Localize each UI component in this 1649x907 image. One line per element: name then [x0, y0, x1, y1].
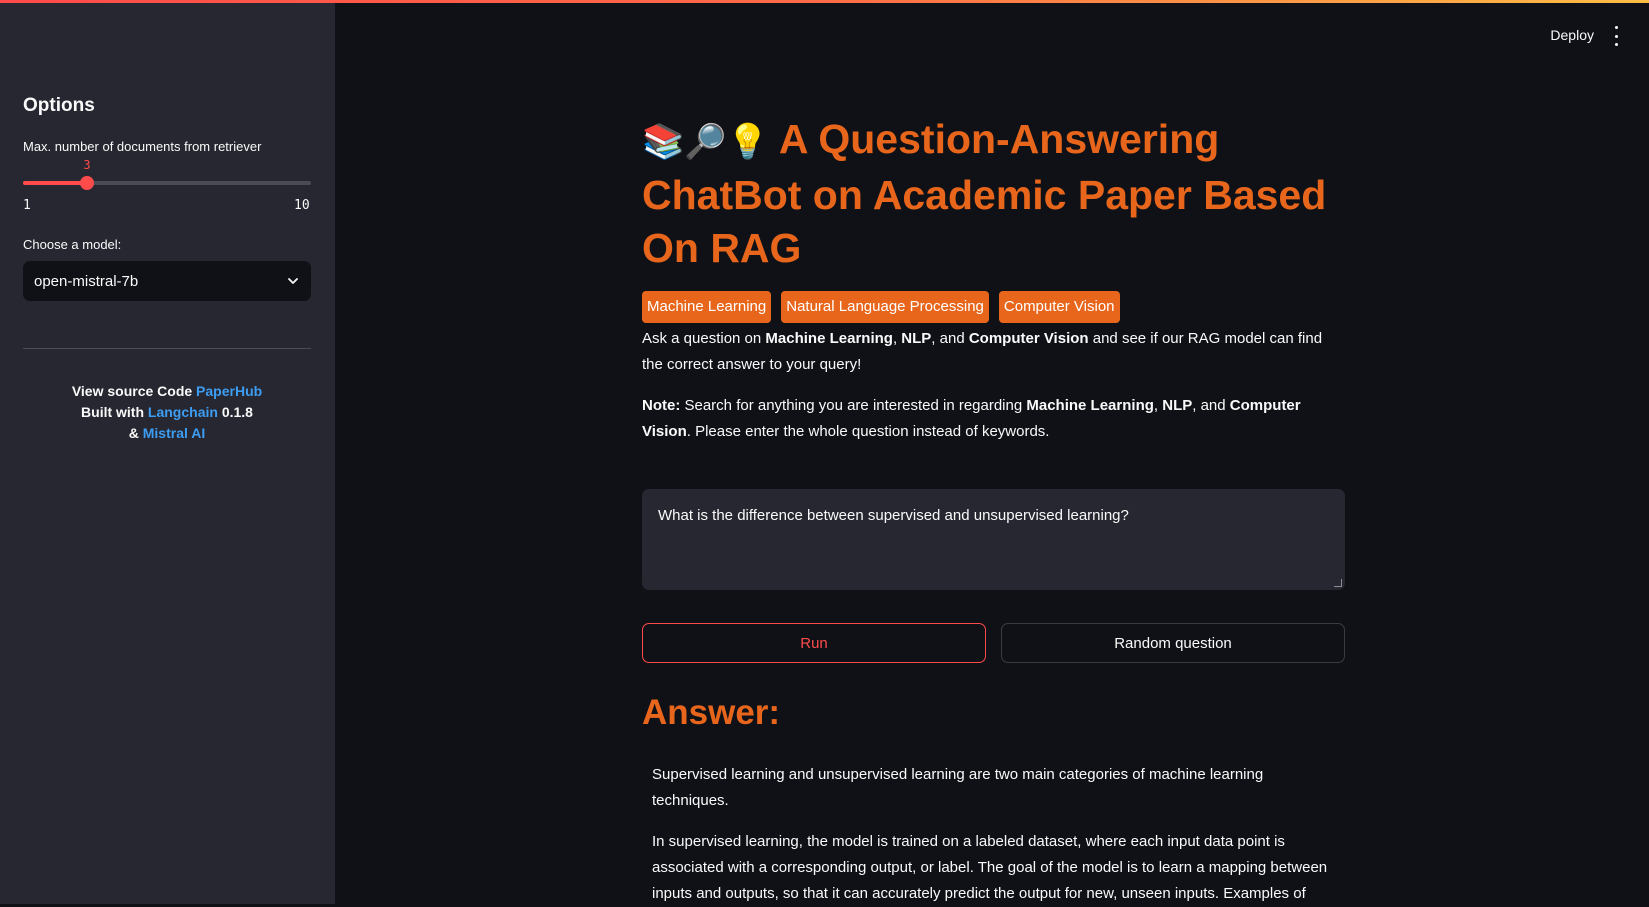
sidebar: Options Max. number of documents from re… [0, 0, 335, 904]
chevron-down-icon [288, 278, 298, 284]
question-input[interactable]: What is the difference between supervise… [642, 489, 1345, 590]
random-question-button[interactable]: Random question [1001, 623, 1345, 663]
sidebar-title: Options [23, 95, 95, 116]
top-decoration-bar [0, 0, 1649, 3]
answer-heading: Answer: [642, 693, 781, 732]
topic-tags: Machine Learning Natural Language Proces… [642, 291, 1120, 323]
slider-label: Max. number of documents from retriever [23, 139, 262, 154]
slider-value: 3 [83, 158, 91, 172]
intro-paragraph: Ask a question on Machine Learning, NLP,… [642, 330, 1323, 373]
slider-max-label: 10 [294, 198, 310, 213]
max-documents-slider[interactable] [23, 176, 311, 190]
mistral-link[interactable]: Mistral AI [143, 425, 206, 441]
sidebar-divider [23, 348, 311, 349]
slider-thumb[interactable] [80, 176, 94, 190]
langchain-version: 0.1.8 [217, 404, 253, 420]
langchain-link[interactable]: Langchain [148, 404, 218, 420]
run-button[interactable]: Run [642, 623, 986, 663]
tag-computer-vision: Computer Vision [998, 291, 1120, 323]
tag-nlp: Natural Language Processing [781, 291, 989, 323]
resize-handle-icon[interactable] [1334, 579, 1342, 587]
deploy-button[interactable]: Deploy [1550, 27, 1594, 43]
note-paragraph: Note: Search for anything you are intere… [642, 397, 1301, 440]
model-select-value: open-mistral-7b [34, 272, 139, 290]
model-select-label: Choose a model: [23, 237, 122, 252]
slider-min-label: 1 [23, 198, 31, 213]
slider-fill [23, 181, 87, 185]
credits-source-text: View source Code [71, 383, 197, 399]
paperhub-link[interactable]: PaperHub [196, 383, 262, 399]
page-title: 📚🔎💡 A Question-Answering ChatBot on Acad… [642, 113, 1342, 275]
answer-paragraph-2: In supervised learning, the model is tra… [652, 833, 1328, 902]
credits-and-text: & [128, 425, 143, 441]
credits: View source Code PaperHub Built with Lan… [23, 381, 311, 444]
model-select[interactable]: open-mistral-7b [23, 261, 311, 301]
answer-paragraph-1: Supervised learning and unsupervised lea… [652, 766, 1264, 809]
credits-built-text: Built with [81, 404, 148, 420]
tag-machine-learning: Machine Learning [642, 291, 772, 323]
kebab-menu-icon[interactable] [1611, 26, 1621, 46]
question-text: What is the difference between supervise… [658, 507, 1129, 524]
title-emoji-icons: 📚🔎💡 [642, 122, 770, 162]
